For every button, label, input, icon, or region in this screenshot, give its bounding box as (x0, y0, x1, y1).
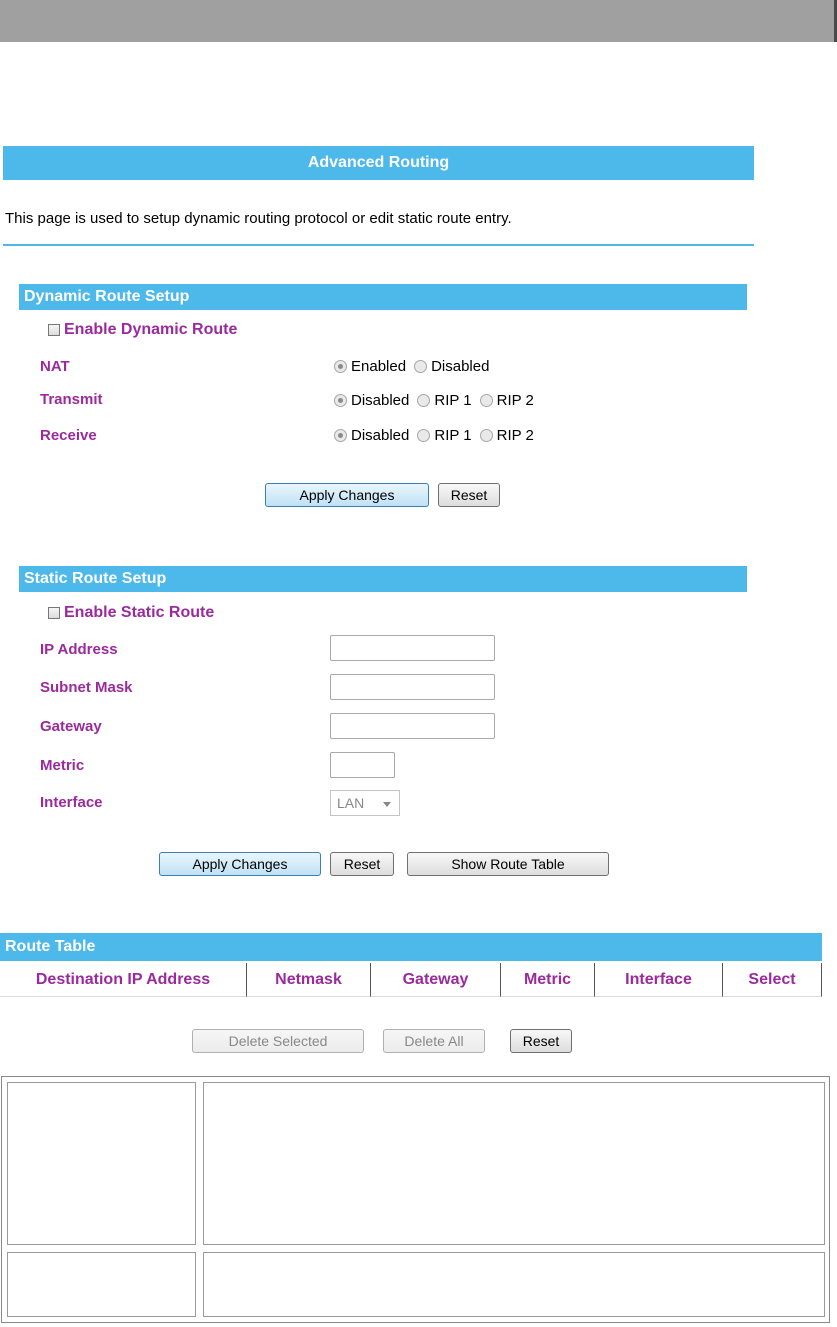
radio-button[interactable] (479, 394, 493, 407)
column-metric: Metric (501, 963, 595, 997)
chevron-down-icon (383, 802, 391, 807)
dynamic-apply-changes-button[interactable]: Apply Changes (265, 483, 429, 507)
option-label: RIP 2 (496, 427, 534, 444)
receive-label: Receive (40, 427, 97, 444)
receive-rip2-option[interactable]: RIP 2 (479, 427, 534, 444)
transmit-disabled-option[interactable]: Disabled (334, 392, 409, 409)
receive-disabled-option[interactable]: Disabled (334, 427, 409, 444)
radio-button[interactable] (417, 394, 431, 407)
radio-button[interactable] (334, 429, 347, 442)
gateway-label: Gateway (40, 718, 102, 735)
transmit-radio-group: Disabled RIP 1 RIP 2 (334, 392, 542, 409)
subnet-mask-label: Subnet Mask (40, 679, 133, 696)
delete-selected-button[interactable]: Delete Selected (192, 1029, 364, 1053)
receive-radio-group: Disabled RIP 1 RIP 2 (334, 427, 542, 444)
column-interface: Interface (595, 963, 723, 997)
enable-static-route-checkbox[interactable] (48, 607, 60, 619)
enable-dynamic-route-row: Enable Dynamic Route (48, 321, 237, 339)
interface-select-value: LAN (337, 795, 365, 811)
page-description: This page is used to setup dynamic routi… (5, 210, 512, 227)
column-destination: Destination IP Address (0, 963, 247, 997)
option-label: RIP 1 (434, 392, 472, 409)
column-gateway: Gateway (371, 963, 501, 997)
route-table-header: Route Table (0, 933, 822, 961)
transmit-rip2-option[interactable]: RIP 2 (479, 392, 534, 409)
enable-dynamic-route-label: Enable Dynamic Route (64, 321, 238, 338)
column-select: Select (723, 963, 822, 997)
help-table-cell (203, 1082, 825, 1245)
help-table-cell (203, 1252, 825, 1317)
page-title: Advanced Routing (3, 146, 754, 180)
option-label: RIP 1 (434, 427, 472, 444)
option-label: Disabled (351, 427, 410, 444)
nat-radio-group: Enabled Disabled (334, 358, 497, 375)
enable-static-route-label: Enable Static Route (64, 604, 215, 621)
dynamic-route-header: Dynamic Route Setup (19, 284, 747, 310)
route-table-column-headers: Destination IP Address Netmask Gateway M… (0, 963, 822, 997)
static-apply-changes-button[interactable]: Apply Changes (159, 852, 321, 876)
option-label: Disabled (351, 392, 410, 409)
nat-disabled-option[interactable]: Disabled (414, 358, 489, 375)
enable-dynamic-route-checkbox[interactable] (48, 324, 60, 336)
show-route-table-button[interactable]: Show Route Table (407, 852, 609, 876)
transmit-rip1-option[interactable]: RIP 1 (417, 392, 472, 409)
help-table (1, 1076, 830, 1323)
static-route-header: Static Route Setup (19, 566, 747, 592)
transmit-label: Transmit (40, 391, 103, 408)
metric-input[interactable] (330, 752, 395, 778)
column-netmask: Netmask (247, 963, 371, 997)
subnet-mask-input[interactable] (330, 674, 495, 700)
dynamic-reset-button[interactable]: Reset (438, 483, 500, 507)
option-label: Disabled (431, 358, 490, 375)
interface-select[interactable]: LAN (330, 790, 400, 816)
interface-label: Interface (40, 794, 103, 811)
option-label: Enabled (351, 358, 407, 375)
nat-enabled-option[interactable]: Enabled (334, 358, 406, 375)
divider (3, 244, 754, 246)
receive-rip1-option[interactable]: RIP 1 (417, 427, 472, 444)
radio-button[interactable] (414, 360, 428, 373)
enable-static-route-row: Enable Static Route (48, 604, 214, 622)
nat-label: NAT (40, 358, 70, 375)
radio-button[interactable] (334, 360, 347, 373)
delete-all-button[interactable]: Delete All (383, 1029, 485, 1053)
ip-address-input[interactable] (330, 635, 495, 661)
metric-label: Metric (40, 757, 85, 774)
radio-button[interactable] (479, 429, 493, 442)
top-banner (0, 0, 837, 42)
radio-button[interactable] (417, 429, 431, 442)
ip-address-label: IP Address (40, 641, 118, 658)
option-label: RIP 2 (496, 392, 534, 409)
help-table-cell (7, 1082, 196, 1245)
help-table-cell (7, 1252, 196, 1317)
route-table-reset-button[interactable]: Reset (510, 1029, 572, 1053)
radio-button[interactable] (334, 394, 347, 407)
static-reset-button[interactable]: Reset (330, 852, 394, 876)
gateway-input[interactable] (330, 713, 495, 739)
